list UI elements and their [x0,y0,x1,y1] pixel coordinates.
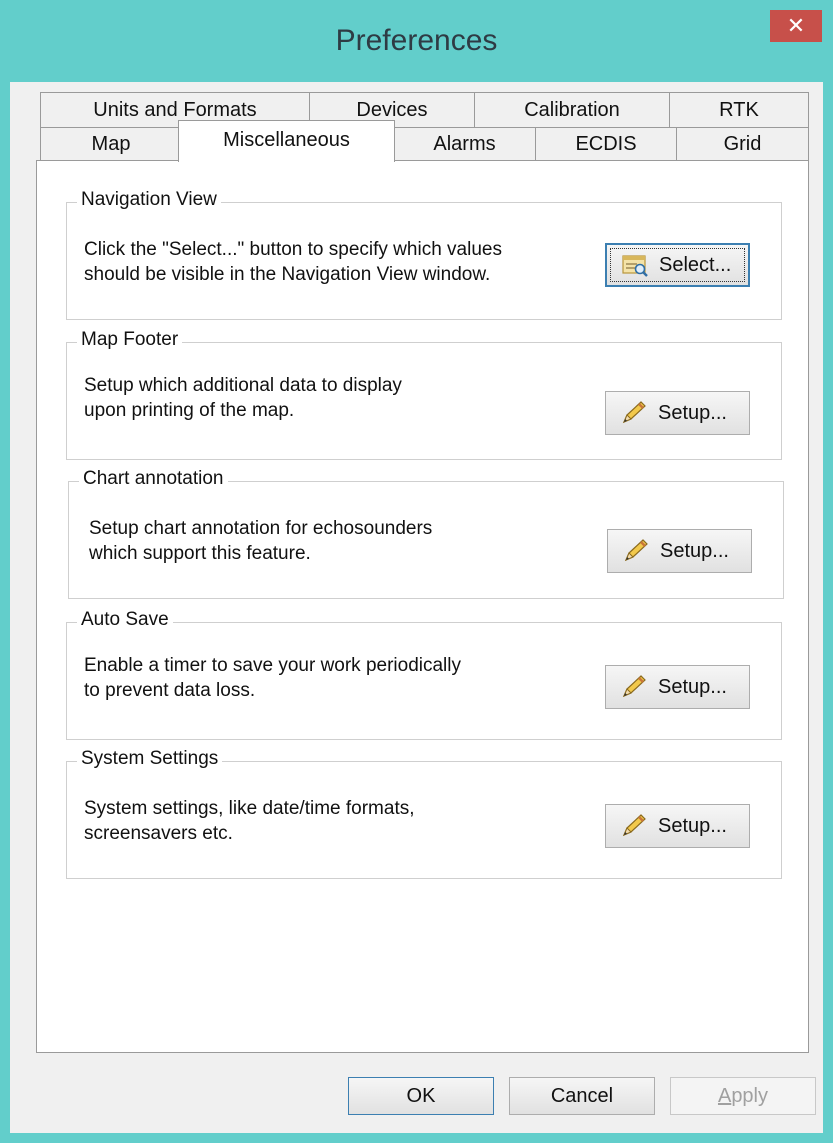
group-description: Click the "Select..." button to specify … [84,237,502,287]
pencil-icon [620,674,648,700]
group-map-footer: Map Footer Setup which additional data t… [66,329,782,460]
group-description: Setup which additional data to display u… [84,373,402,423]
description-line: Click the "Select..." button to specify … [84,239,502,260]
dialog-client: Units and Formats Devices Calibration RT… [10,82,823,1133]
button-label: OK [406,1084,436,1107]
tab-grid[interactable]: Grid [676,127,809,161]
close-icon: ✕ [786,13,806,38]
tab-map[interactable]: Map [40,127,182,161]
select-button[interactable]: Select... [605,243,750,287]
button-label: Cancel [550,1084,614,1107]
tab-label: Calibration [524,98,620,121]
group-title: Auto Save [77,609,173,631]
tab-ecdis[interactable]: ECDIS [535,127,677,161]
description-line: Setup chart annotation for echosounders [89,518,433,539]
tab-label: RTK [719,98,759,121]
description-line: Enable a timer to save your work periodi… [84,655,462,676]
tab-rtk[interactable]: RTK [669,92,809,128]
apply-button[interactable]: Apply [670,1077,816,1115]
tab-label: Alarms [433,132,496,155]
description-line: screensavers etc. [84,823,233,844]
button-label: Setup... [658,401,727,424]
map-footer-setup-button[interactable]: Setup... [605,391,750,435]
group-title: Navigation View [77,189,221,211]
title-bar[interactable]: Preferences ✕ [0,0,833,82]
chart-annotation-setup-button[interactable]: Setup... [607,529,752,573]
tab-label: ECDIS [575,132,637,155]
button-label: Select... [659,253,732,276]
tab-miscellaneous[interactable]: Miscellaneous [178,120,395,162]
button-label: Apply [717,1084,769,1107]
group-auto-save: Auto Save Enable a timer to save your wo… [66,609,782,740]
button-label: Setup... [658,675,727,698]
select-list-icon [621,252,649,278]
window-title: Preferences [335,24,498,57]
group-description: Enable a timer to save your work periodi… [84,653,461,703]
preferences-window: Preferences ✕ Units and Formats Devices … [0,0,833,1143]
cancel-button[interactable]: Cancel [509,1077,655,1115]
pencil-icon [620,400,648,426]
group-description: Setup chart annotation for echosounders … [89,516,432,566]
group-system-settings: System Settings System settings, like da… [66,748,782,879]
group-title: Chart annotation [79,468,228,490]
group-description: System settings, like date/time formats,… [84,796,415,846]
tab-label: Map [91,132,131,155]
pencil-icon [622,538,650,564]
tab-label: Grid [723,132,762,155]
description-line: System settings, like date/time formats, [84,798,415,819]
group-navigation-view: Navigation View Click the "Select..." bu… [66,189,782,320]
button-label: Setup... [660,539,729,562]
tab-label: Units and Formats [93,98,257,121]
tab-alarms[interactable]: Alarms [393,127,536,161]
pencil-icon [620,813,648,839]
description-line: to prevent data loss. [84,680,256,701]
auto-save-setup-button[interactable]: Setup... [605,665,750,709]
button-label: Setup... [658,814,727,837]
tab-panel-miscellaneous: Navigation View Click the "Select..." bu… [36,160,809,1053]
system-settings-setup-button[interactable]: Setup... [605,804,750,848]
group-title: Map Footer [77,329,183,351]
close-button[interactable]: ✕ [770,10,822,42]
group-title: System Settings [77,748,223,770]
description-line: which support this feature. [89,543,311,564]
tab-label: Miscellaneous [223,129,350,151]
description-line: should be visible in the Navigation View… [84,264,491,285]
description-line: Setup which additional data to display [84,375,402,396]
tab-label: Devices [356,98,428,121]
description-line: upon printing of the map. [84,400,295,421]
group-chart-annotation: Chart annotation Setup chart annotation … [68,468,784,599]
ok-button[interactable]: OK [348,1077,494,1115]
tab-calibration[interactable]: Calibration [474,92,670,128]
